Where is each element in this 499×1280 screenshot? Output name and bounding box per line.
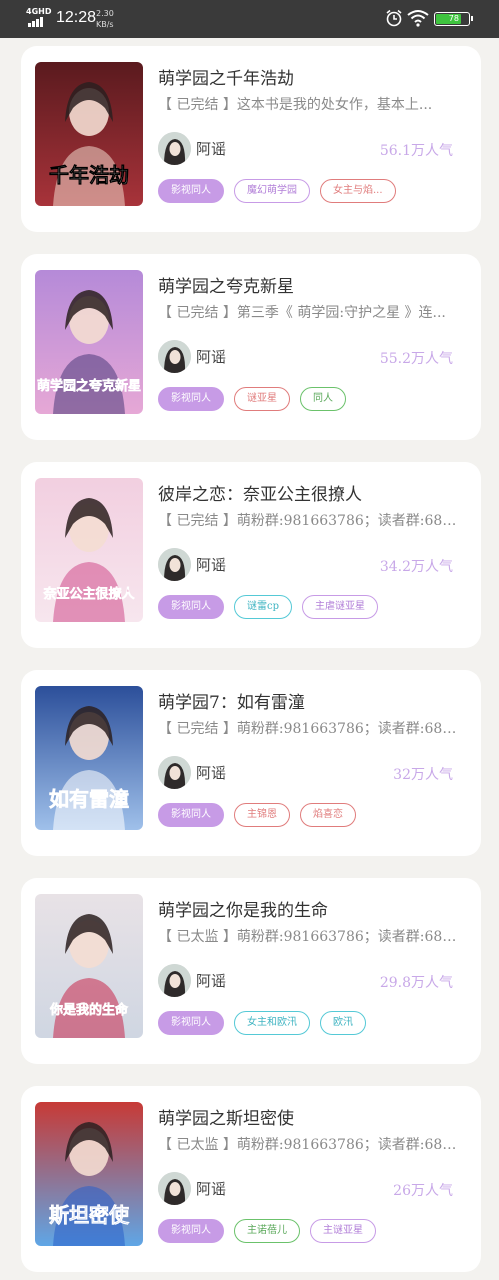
book-title[interactable]: 萌学园之你是我的生命: [158, 896, 328, 921]
cover-title-text: 千年浩劫: [49, 163, 129, 187]
book-description: 【 已太监 】萌粉群:981663786；读者群:6818...: [158, 1137, 464, 1153]
battery-icon: 78: [434, 12, 473, 26]
book-card-2[interactable]: 萌学园之夸克新星 萌学园之夸克新星 【 已完结 】第三季《 萌学园:守护之星 》…: [21, 254, 481, 440]
popularity-count: 29.8万人气: [379, 975, 453, 991]
author-name[interactable]: 阿谣: [196, 138, 226, 159]
book-card-6[interactable]: 斯坦密使 萌学园之斯坦密使 【 已太监 】萌粉群:981663786；读者群:6…: [21, 1086, 481, 1272]
tag-chip[interactable]: 影视同人: [158, 595, 224, 619]
tag-chip[interactable]: 影视同人: [158, 387, 224, 411]
tag-chip[interactable]: 焰喜恋: [300, 803, 356, 827]
tag-list: 影视同人 谜亚星 同人: [158, 387, 346, 411]
book-card-1[interactable]: 千年浩劫 萌学园之千年浩劫 【 已完结 】这本书是我的处女作，基本上... 阿谣…: [21, 46, 481, 232]
cover-title-text: 你是我的生命: [49, 1002, 129, 1018]
tag-chip[interactable]: 主锦恩: [234, 803, 290, 827]
book-description: 【 已完结 】萌粉群:981663786；读者群:6818...: [158, 721, 464, 737]
book-cover[interactable]: 萌学园之夸克新星: [35, 270, 143, 414]
book-cover[interactable]: 千年浩劫: [35, 62, 143, 206]
tag-chip[interactable]: 主虐谜亚星: [302, 595, 379, 619]
tag-list: 影视同人 主诺蓓儿 主谜亚星: [158, 1219, 376, 1243]
popularity-count: 34.2万人气: [379, 559, 453, 575]
tag-chip[interactable]: 谜亚星: [234, 387, 290, 411]
tag-chip[interactable]: 女主与焰...: [320, 179, 396, 203]
book-cover[interactable]: 你是我的生命: [35, 894, 143, 1038]
book-title[interactable]: 萌学园之夸克新星: [158, 272, 294, 297]
book-description: 【 已完结 】这本书是我的处女作，基本上...: [158, 97, 433, 113]
cover-title-text: 奈亚公主很撩人: [42, 586, 135, 602]
author-avatar[interactable]: [158, 756, 191, 789]
tag-chip[interactable]: 影视同人: [158, 179, 224, 203]
author-avatar[interactable]: [158, 548, 191, 581]
book-card-3[interactable]: 奈亚公主很撩人 彼岸之恋：奈亚公主很撩人 【 已完结 】萌粉群:98166378…: [21, 462, 481, 648]
tag-list: 影视同人 谜雷cp 主虐谜亚星: [158, 595, 379, 619]
author-avatar[interactable]: [158, 1172, 191, 1205]
cover-title-text: 斯坦密使: [49, 1203, 130, 1227]
signal-icon: [28, 17, 48, 27]
tag-chip[interactable]: 影视同人: [158, 1219, 224, 1243]
book-description: 【 已完结 】萌粉群:981663786；读者群:6818...: [158, 513, 464, 529]
tag-chip[interactable]: 同人: [300, 387, 346, 411]
book-description: 【 已完结 】第三季《 萌学园:守护之星 》连...: [158, 305, 446, 321]
tag-list: 影视同人 女主和欧汛 欧汛: [158, 1011, 366, 1035]
tag-chip[interactable]: 主诺蓓儿: [234, 1219, 300, 1243]
book-title[interactable]: 彼岸之恋：奈亚公主很撩人: [158, 480, 362, 505]
tag-chip[interactable]: 影视同人: [158, 1011, 224, 1035]
alarm-icon: [386, 9, 402, 27]
network-speed: 2.30 KB/s: [96, 9, 114, 29]
popularity-count: 32万人气: [393, 767, 453, 783]
tag-list: 影视同人 魔幻萌学园 女主与焰...: [158, 179, 396, 203]
author-avatar[interactable]: [158, 964, 191, 997]
tag-chip[interactable]: 主谜亚星: [310, 1219, 376, 1243]
book-card-4[interactable]: 如有雷潼 萌学园7：如有雷潼 【 已完结 】萌粉群:981663786；读者群:…: [21, 670, 481, 856]
popularity-count: 26万人气: [393, 1183, 453, 1199]
clock: 12:28: [56, 9, 97, 26]
book-cover[interactable]: 奈亚公主很撩人: [35, 478, 143, 622]
author-avatar[interactable]: [158, 132, 191, 165]
tag-chip[interactable]: 谜雷cp: [234, 595, 293, 619]
book-description: 【 已太监 】萌粉群:981663786；读者群:6818...: [158, 929, 464, 945]
author-name[interactable]: 阿谣: [196, 762, 226, 783]
popularity-count: 56.1万人气: [379, 143, 453, 159]
network-type: 4GHD: [26, 7, 52, 16]
wifi-icon: [407, 10, 429, 27]
tag-chip[interactable]: 影视同人: [158, 803, 224, 827]
tag-chip[interactable]: 魔幻萌学园: [234, 179, 310, 203]
book-card-5[interactable]: 你是我的生命 萌学园之你是我的生命 【 已太监 】萌粉群:981663786；读…: [21, 878, 481, 1064]
status-bar: 4GHD 12:28 2.30 KB/s 78: [0, 0, 499, 38]
book-title[interactable]: 萌学园7：如有雷潼: [158, 688, 305, 713]
author-name[interactable]: 阿谣: [196, 970, 226, 991]
author-name[interactable]: 阿谣: [196, 346, 226, 367]
tag-chip[interactable]: 女主和欧汛: [234, 1011, 310, 1035]
book-cover[interactable]: 如有雷潼: [35, 686, 143, 830]
author-name[interactable]: 阿谣: [196, 554, 226, 575]
tag-chip[interactable]: 欧汛: [320, 1011, 366, 1035]
book-title[interactable]: 萌学园之斯坦密使: [158, 1104, 294, 1129]
tag-list: 影视同人 主锦恩 焰喜恋: [158, 803, 356, 827]
cover-title-text: 萌学园之夸克新星: [37, 378, 141, 394]
popularity-count: 55.2万人气: [379, 351, 453, 367]
book-cover[interactable]: 斯坦密使: [35, 1102, 143, 1246]
cover-title-text: 如有雷潼: [49, 787, 129, 811]
book-title[interactable]: 萌学园之千年浩劫: [158, 64, 294, 89]
author-name[interactable]: 阿谣: [196, 1178, 226, 1199]
author-avatar[interactable]: [158, 340, 191, 373]
